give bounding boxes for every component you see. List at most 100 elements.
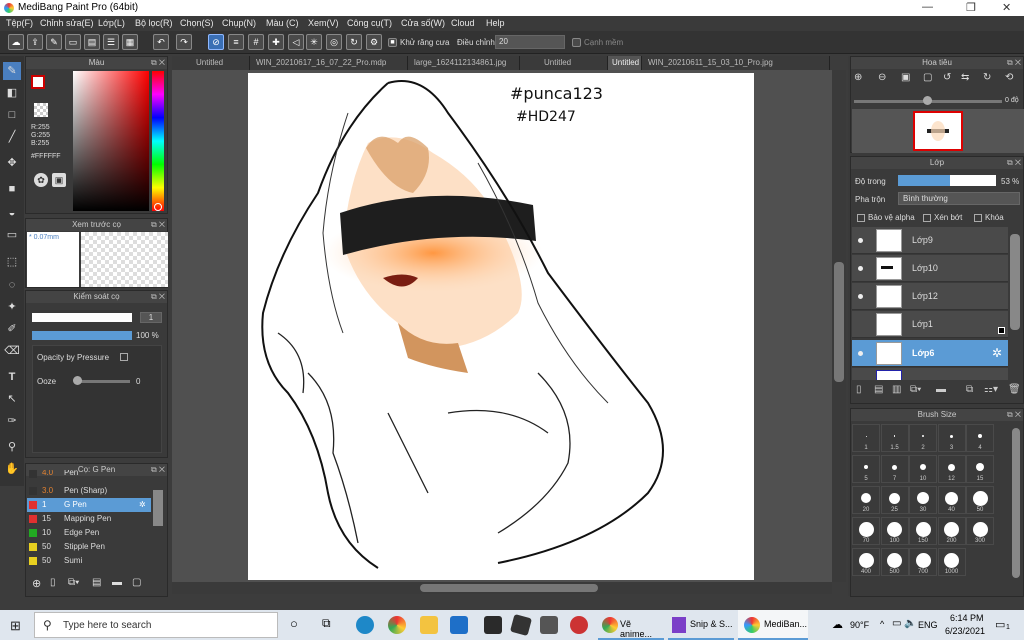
eraser-tool-icon[interactable]: ◧ [3, 84, 21, 102]
taskbar-app-snip[interactable]: Snip & S... [668, 610, 734, 640]
palette-icon[interactable]: ▣ [52, 173, 66, 187]
canvas-vertical-scrollbar[interactable] [832, 70, 846, 582]
tab-untitled-3[interactable]: Untitled [608, 56, 642, 70]
menu-help[interactable]: Help [486, 18, 505, 28]
delete-brush-icon[interactable]: ▢ [132, 577, 141, 588]
transparent-swatch[interactable] [34, 103, 48, 117]
panel-expand-icon[interactable]: ⧉ ✕ [151, 57, 165, 69]
drawing-canvas[interactable]: #punca123 #HD247 [248, 73, 754, 580]
ooze-slider-handle[interactable] [73, 376, 82, 385]
visibility-eye-icon[interactable] [858, 294, 863, 299]
tab-untitled-1[interactable]: Untitled [172, 56, 250, 70]
no-snap-icon[interactable]: ⊘ [208, 34, 224, 50]
navigator-thumbnail[interactable] [913, 111, 963, 151]
rectangle-tool-icon[interactable]: □ [3, 106, 21, 124]
magic-wand-tool-icon[interactable]: ✦ [3, 298, 21, 316]
cross-snap-icon[interactable]: ✚ [268, 34, 284, 50]
brush-item[interactable]: 15 Mapping Pen [27, 512, 151, 526]
saturation-value-square[interactable] [73, 71, 149, 211]
language-indicator[interactable]: ENG [918, 620, 938, 630]
taskbar-search[interactable]: ⚲ Type here to search [34, 612, 278, 638]
grid-list-icon[interactable]: ☰ [103, 34, 119, 50]
adjust-select[interactable]: 20 [495, 35, 565, 49]
rotate-right-icon[interactable]: ↻ [983, 72, 991, 83]
maximize-button[interactable]: ❐ [966, 1, 976, 14]
lasso-tool-icon[interactable]: ◌ [3, 276, 21, 294]
brush-properties-icon[interactable]: ▤ [92, 577, 101, 588]
menu-edit[interactable]: Chỉnh sửa(E) [40, 18, 94, 28]
layer-row-partial[interactable] [852, 368, 1008, 380]
notification-icon[interactable]: ▭ [995, 618, 1005, 631]
brush-item[interactable]: 4.0 Pen [27, 470, 151, 480]
add-brush-icon[interactable]: ⊕ [32, 577, 41, 590]
game-icon[interactable] [570, 616, 588, 634]
line-tool-icon[interactable]: ╱ [3, 128, 21, 146]
taskbar-app-anime[interactable]: Vẽ anime... [598, 610, 664, 640]
close-button[interactable]: ✕ [1002, 1, 1011, 14]
windows-start-icon[interactable]: ⊞ [10, 618, 21, 634]
edge-icon[interactable] [356, 616, 374, 634]
brush-folder-icon[interactable]: ▬ [112, 577, 122, 588]
undo-icon[interactable]: ↶ [153, 34, 169, 50]
zoom-in-icon[interactable]: ⊕ [854, 72, 862, 83]
protect-alpha-checkbox[interactable] [857, 214, 865, 222]
move-tool-icon[interactable]: ✥ [3, 154, 21, 172]
upload-icon[interactable]: ⇪ [27, 34, 43, 50]
office-icon[interactable] [540, 616, 558, 634]
menu-tools[interactable]: Công cụ(T) [347, 18, 392, 28]
clock-date[interactable]: 6/23/2021 [945, 626, 985, 636]
ooze-slider-track[interactable] [74, 380, 130, 383]
brush-item-selected[interactable]: 1 G Pen ✲ [27, 498, 151, 512]
layer-folder-icon[interactable]: ▬ [936, 384, 946, 395]
layer-row[interactable]: Lớp1 [852, 311, 1008, 338]
menu-cloud[interactable]: Cloud [451, 18, 475, 28]
menu-capture[interactable]: Chụp(N) [222, 18, 256, 28]
tab-large-jpg[interactable]: large_1624112134861.jpg [408, 56, 520, 70]
layer-row[interactable]: Lớp9 [852, 227, 1008, 254]
hand-tool-icon[interactable]: ✋ [3, 460, 21, 478]
store-icon[interactable] [484, 616, 502, 634]
volume-icon[interactable]: 🔈 [904, 618, 916, 629]
tray-chevron-icon[interactable]: ^ [880, 619, 884, 629]
layer-row-selected[interactable]: Lớp6 ✲ [852, 340, 1008, 367]
file-explorer-icon[interactable] [420, 616, 438, 634]
panel-expand-icon[interactable]: ⧉ ✕ [151, 464, 165, 476]
radial-snap-icon[interactable]: ✳ [306, 34, 322, 50]
fit-icon[interactable]: ▣ [901, 72, 910, 83]
brush-item[interactable]: 3.0 Pen (Sharp) [27, 484, 151, 498]
minimize-button[interactable]: — [922, 1, 933, 13]
delete-layer-icon[interactable]: 🗑 [1008, 384, 1021, 395]
merge-layer-icon[interactable]: ⧉ [966, 384, 973, 395]
menu-file[interactable]: Tệp(F) [6, 18, 33, 28]
tab-untitled-2[interactable]: Untitled [520, 56, 608, 70]
panel-expand-icon[interactable]: ⧉ ✕ [1007, 409, 1021, 421]
copy-brush-icon[interactable]: ⧉▾ [68, 577, 79, 588]
layer-settings-icon[interactable]: ✲ [992, 346, 1002, 360]
visibility-eye-icon[interactable] [858, 238, 863, 243]
vanish-snap-icon[interactable]: ◁ [288, 34, 304, 50]
clipping-checkbox[interactable] [923, 214, 931, 222]
select-pen-tool-icon[interactable]: ✐ [3, 320, 21, 338]
opacity-slider[interactable] [898, 175, 996, 186]
settings-snap-icon[interactable]: ⚙ [366, 34, 382, 50]
cloud-icon[interactable]: ☁ [8, 34, 24, 50]
menu-view[interactable]: Xem(V) [308, 18, 339, 28]
duplicate-layer-icon[interactable]: ⧉▾ [910, 384, 921, 395]
task-view-icon[interactable]: ⧉ [322, 616, 331, 631]
antialias-checkbox[interactable]: ■ [388, 38, 397, 47]
brush-width-slider[interactable] [32, 313, 132, 322]
reset-icon[interactable]: ⟲ [1005, 72, 1013, 83]
brush-list-scrollbar[interactable] [153, 490, 163, 526]
cortana-icon[interactable]: ○ [290, 616, 298, 631]
document-icon[interactable]: ▤ [84, 34, 100, 50]
redo-icon[interactable]: ↷ [176, 34, 192, 50]
brush-item[interactable]: 50 Stipple Pen [27, 540, 151, 554]
parallel-snap-icon[interactable]: ≡ [228, 34, 244, 50]
roblox-icon[interactable] [509, 613, 533, 637]
opacity-pressure-checkbox[interactable] [120, 353, 128, 361]
new-layer-icon[interactable]: ▯ [856, 384, 862, 395]
menu-filter[interactable]: Bộ lọc(R) [135, 18, 173, 28]
new-halftone-layer-icon[interactable]: ▥ [892, 384, 901, 395]
speech-bubble-icon[interactable]: ✎ [46, 34, 62, 50]
panel-expand-icon[interactable]: ⧉ ✕ [1007, 157, 1021, 169]
